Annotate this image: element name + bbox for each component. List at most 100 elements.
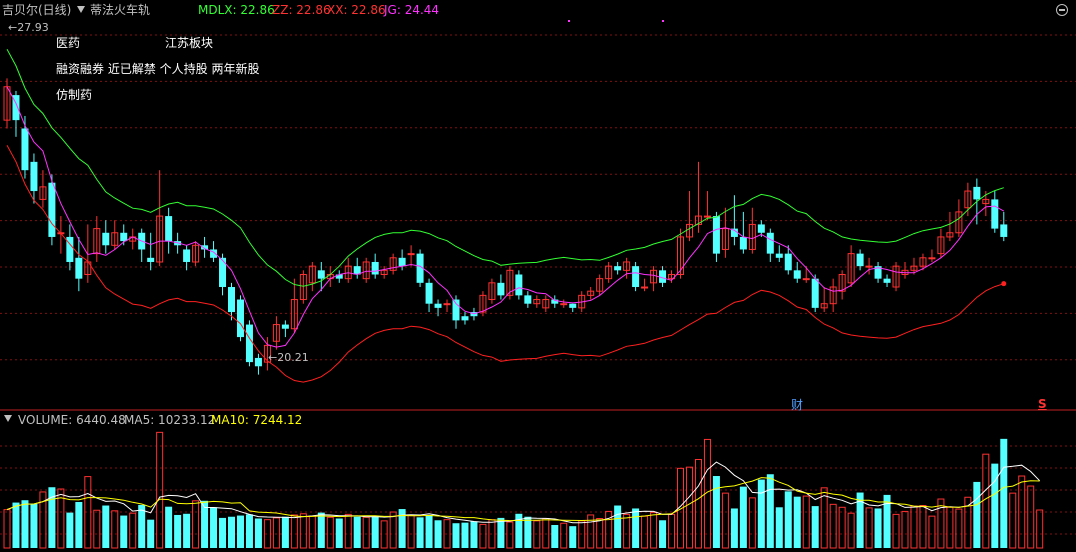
candle-body-down	[811, 278, 819, 308]
candle-body-up	[641, 286, 649, 289]
volume-bar-down	[991, 463, 999, 548]
candle-body-up	[928, 257, 936, 260]
volume-bar-up	[865, 507, 873, 549]
volume-bar-down	[353, 516, 361, 548]
tag-jiangsu[interactable]: 江苏板块	[165, 34, 213, 51]
high-price-label: ←27.93	[8, 21, 49, 34]
volume-bar-down	[551, 524, 559, 548]
volume-bar-up	[1027, 485, 1035, 549]
volume-bar-down	[219, 517, 227, 548]
tag-concepts[interactable]: 融资融券 近已解禁 个人持股 两年新股	[56, 60, 259, 77]
candle-body-down	[228, 287, 235, 313]
volume-bar-up	[829, 503, 837, 549]
volume-bar-down	[425, 514, 433, 548]
candle-body-down	[757, 224, 765, 233]
volume-bar-up	[668, 513, 676, 549]
candle-body-down	[254, 357, 262, 367]
candle-body-down	[48, 182, 56, 237]
candle-body-down	[425, 282, 433, 304]
volume-bar-up	[479, 523, 487, 549]
volume-bar-up	[389, 511, 397, 549]
volume-bar-down	[712, 476, 720, 548]
volume-bar-up	[111, 510, 119, 549]
ma10-value: MA10: 7244.12	[211, 413, 303, 427]
volume-bar-up	[129, 512, 137, 549]
volume-bar-down	[497, 517, 505, 548]
volume-bar-down	[470, 521, 478, 548]
candle-body-down	[75, 257, 83, 279]
volume-bar-up	[272, 517, 280, 549]
volume-bar-up	[3, 509, 11, 549]
volume-bar-down	[21, 500, 29, 548]
collapse-icon[interactable]	[1056, 4, 1068, 16]
volume-bar-up	[838, 506, 846, 549]
candle-body-down	[371, 261, 379, 275]
candle-body-down	[434, 303, 442, 308]
volume-bar-down	[281, 516, 289, 548]
zz-value: ZZ: 22.86	[272, 3, 331, 17]
finance-report-marker[interactable]: 财	[791, 396, 803, 413]
volume-bar-up	[946, 506, 954, 549]
high-arrow-icon: ←	[8, 21, 18, 34]
candle-body-down	[1000, 224, 1008, 237]
candle-body-down	[712, 216, 720, 254]
candle-body-down	[569, 303, 577, 308]
candle-body-up	[703, 215, 711, 218]
candle-body-up	[560, 303, 568, 306]
volume-dropdown-icon[interactable]	[4, 415, 12, 422]
volume-bar-down	[569, 526, 577, 548]
volume-bar-up	[326, 516, 334, 549]
indicator-dropdown-icon[interactable]	[77, 6, 85, 13]
volume-bar-up	[362, 516, 370, 549]
volume-bar-down	[254, 518, 262, 548]
sell-signal-marker[interactable]: S	[1038, 397, 1047, 411]
volume-bar-up	[721, 492, 729, 549]
volume-bar-down	[210, 507, 218, 548]
volume-bar-down	[524, 516, 532, 548]
volume-bar-down	[66, 512, 74, 548]
volume-bar-down	[793, 496, 801, 548]
volume-bar-up	[344, 513, 352, 549]
candle-body-down	[183, 249, 191, 262]
tag-pharma[interactable]: 医药	[56, 34, 80, 51]
candle-body-up	[802, 278, 810, 281]
candle-body-down	[497, 282, 505, 296]
volume-bar-up	[847, 512, 855, 549]
volume-bar-down	[183, 513, 191, 548]
xx-value: XX: 22.86	[327, 3, 386, 17]
ma5-value: MA5: 10233.12	[124, 413, 216, 427]
candle-body-down	[973, 186, 981, 200]
candle-body-up	[407, 253, 415, 256]
candle-body-down	[219, 257, 227, 288]
volume-bar-up	[623, 513, 631, 549]
low-price-value: 20.21	[277, 351, 309, 364]
volume-bar-up	[290, 514, 298, 549]
candle-body-down	[147, 257, 155, 262]
volume-bar-down	[75, 501, 83, 548]
volume-bar-up	[1009, 492, 1017, 549]
indicator-name[interactable]: 蒂法火车轨	[90, 0, 150, 20]
volume-bar-down	[30, 503, 38, 548]
stock-title[interactable]: 吉贝尔(日线)	[2, 0, 71, 20]
volume-bar-down	[138, 504, 146, 548]
volume-bar-up	[802, 495, 810, 549]
volume-bar-up	[964, 496, 972, 549]
volume-bar-down	[1000, 438, 1008, 548]
volume-bar-down	[416, 517, 424, 548]
candle-body-down	[236, 299, 244, 338]
volume-bar-down	[973, 481, 981, 548]
tag-generic-drugs[interactable]: 仿制药	[56, 86, 92, 103]
candle-body-down	[165, 216, 173, 242]
signal-dot	[568, 20, 570, 22]
candle-body-down	[398, 257, 406, 267]
low-price-label: ←20.21	[268, 351, 309, 364]
volume-bar-up	[192, 500, 200, 549]
volume-bar-up	[93, 509, 101, 549]
volume-bar-down	[739, 486, 747, 548]
volume-bar-down	[632, 508, 640, 548]
volume-bar-down	[461, 522, 469, 548]
candle-body-down	[659, 270, 667, 283]
volume-bar-up	[901, 510, 909, 549]
signal-dot	[662, 20, 664, 22]
volume-bar-up	[407, 515, 415, 549]
